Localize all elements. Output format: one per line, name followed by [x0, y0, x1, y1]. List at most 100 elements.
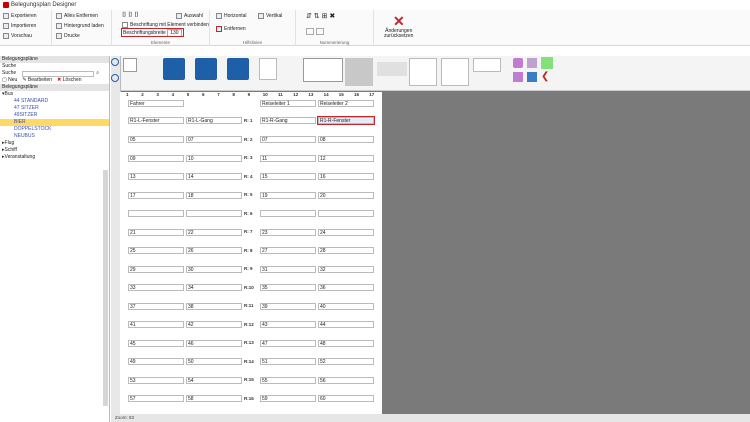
seat-cell[interactable]: 39	[260, 302, 316, 310]
palette-toilet-icon[interactable]	[513, 72, 523, 82]
palette-gray-bar[interactable]	[377, 62, 407, 76]
seat-cell[interactable]: R1-L-Gang	[186, 117, 242, 124]
seat-cell[interactable]: 19	[260, 191, 316, 199]
seat-cell[interactable]: 52	[318, 358, 374, 365]
seat-cell[interactable]	[318, 210, 374, 217]
palette-rect[interactable]	[473, 58, 501, 72]
seat-cell[interactable]: 47	[260, 339, 316, 347]
new-button[interactable]: ▢ Neu	[2, 77, 17, 84]
seat-cell[interactable]: 12	[318, 154, 374, 162]
seat-cell[interactable]: 43	[260, 321, 316, 328]
palette-drink-icon[interactable]	[527, 58, 537, 68]
import-button[interactable]: Importieren	[3, 23, 36, 29]
seat-cell[interactable]: 37	[128, 302, 184, 310]
numbering-tools-icons[interactable]: ⇵ ⇅ ⊞ ✖	[306, 12, 335, 20]
horizontal-button[interactable]: Horizontal	[216, 13, 247, 19]
seat-cell[interactable]: 48	[318, 339, 374, 347]
seat-cell[interactable]: 10	[186, 154, 242, 162]
label-width-field[interactable]: Beschriftungsbreite 130	[121, 28, 184, 37]
seat-tools-icons[interactable]: ⌷ ⌷ ⌷	[122, 12, 139, 20]
plan-header-cell[interactable]: Fahrer	[128, 100, 184, 107]
print-button[interactable]: Drucke	[56, 33, 80, 39]
seat-cell[interactable]: 42	[186, 321, 242, 328]
seat-cell[interactable]: 15	[260, 173, 316, 180]
palette-seat-blue-3[interactable]	[227, 58, 249, 80]
seat-cell[interactable]: 27	[260, 247, 316, 254]
seat-cell[interactable]: 25	[128, 247, 184, 254]
seat-cell[interactable]: 18	[186, 191, 242, 199]
seat-cell[interactable]: 16	[318, 173, 374, 180]
seat-cell[interactable]: 36	[318, 284, 374, 291]
tree-bus-item[interactable]: 49SITZER	[0, 112, 109, 119]
palette-line-element[interactable]	[303, 58, 343, 82]
rotate-back-icon[interactable]	[111, 74, 119, 82]
seat-cell[interactable]: 13	[128, 173, 184, 180]
palette-square-2[interactable]	[441, 58, 469, 86]
seat-cell[interactable]: 44	[318, 321, 374, 328]
remove-helpline-button[interactable]: Entfernen	[216, 26, 246, 32]
seat-cell[interactable]: 11	[260, 154, 316, 162]
seat-cell[interactable]: 58	[186, 395, 242, 402]
seat-cell[interactable]: 50	[186, 358, 242, 365]
palette-green-block[interactable]	[541, 57, 553, 69]
seat-cell[interactable]: 09	[128, 154, 184, 162]
discard-button[interactable]: Änderungen zurücksetzen	[384, 29, 413, 39]
seat-cell[interactable]: 38	[186, 302, 242, 310]
seat-cell[interactable]: 14	[186, 173, 242, 180]
palette-seat-blue-1[interactable]	[163, 58, 185, 80]
seat-cell[interactable]: 17	[128, 191, 184, 199]
palette-blank-element[interactable]	[259, 58, 277, 80]
seat-cell[interactable]: 35	[260, 284, 316, 291]
seat-cell[interactable]: 24	[318, 228, 374, 236]
seat-cell[interactable]: 26	[186, 247, 242, 254]
seat-cell[interactable]: 23	[260, 228, 316, 236]
seat-cell[interactable]: 40	[318, 302, 374, 310]
seat-cell[interactable]: 31	[260, 265, 316, 273]
seat-cell[interactable]: 55	[260, 376, 316, 384]
seat-cell[interactable]: R1-R-Fenster	[317, 116, 375, 125]
select-button[interactable]: Auswahl	[176, 13, 203, 19]
seat-cell[interactable]: 57	[128, 395, 184, 402]
seat-cell[interactable]: 33	[128, 284, 184, 291]
seat-cell[interactable]: 08	[318, 136, 374, 143]
tree-bus-item[interactable]: BIER	[0, 119, 109, 126]
seat-cell[interactable]: 51	[260, 358, 316, 365]
seat-cell[interactable]: 21	[128, 228, 184, 236]
tree-node-schiff[interactable]: ▸ Schiff	[0, 147, 109, 154]
seat-cell[interactable]: 34	[186, 284, 242, 291]
seat-cell[interactable]: 59	[260, 395, 316, 402]
seat-cell[interactable]: 05	[128, 136, 184, 143]
tree-node-veranstaltung[interactable]: ▸ Veranstaltung	[0, 154, 109, 161]
edit-button[interactable]: ✎ Bearbeiten	[22, 77, 52, 84]
palette-gray-block[interactable]	[345, 58, 373, 86]
seat-cell[interactable]	[260, 210, 316, 217]
seat-cell[interactable]: 54	[186, 376, 242, 384]
plan-header-cell[interactable]: Reiseleiter 2	[318, 100, 374, 107]
search-input[interactable]	[22, 70, 95, 77]
seat-cell[interactable]	[128, 210, 184, 217]
palette-text-element[interactable]	[123, 58, 137, 72]
palette-cup-icon[interactable]	[513, 58, 523, 68]
rotate-icon[interactable]	[111, 58, 119, 66]
palette-restaurant-icon[interactable]	[527, 72, 537, 82]
seat-cell[interactable]: 49	[128, 358, 184, 365]
seat-cell[interactable]: R1-R-Gang	[260, 117, 316, 124]
palette-seat-blue-2[interactable]	[195, 58, 217, 80]
seat-cell[interactable]: R1-L-Fenster	[128, 117, 184, 124]
tree-node-bus[interactable]: ▾ Bus	[0, 91, 109, 98]
seat-cell[interactable]	[186, 210, 242, 217]
seat-cell[interactable]: 53	[128, 376, 184, 384]
seat-cell[interactable]: 56	[318, 376, 374, 384]
palette-square[interactable]	[409, 58, 437, 86]
remove-all-button[interactable]: Alles Entfernen	[56, 13, 98, 19]
seat-cell[interactable]: 41	[128, 321, 184, 328]
search-icon[interactable]: ⌕	[96, 70, 99, 77]
background-button[interactable]: Hintergrund laden	[56, 23, 104, 29]
tree-bus-item[interactable]: NEUBUS	[0, 133, 109, 140]
seat-cell[interactable]: 60	[318, 395, 374, 402]
tree-bus-item[interactable]: 44 STANDARD	[0, 98, 109, 105]
seat-plan-canvas[interactable]: 1 2 3 4 5 6 7 8 9 10 11 12 13 14 15 16 17 Fahrer Reiseleit…	[120, 92, 382, 414]
seat-cell[interactable]: 20	[318, 191, 374, 199]
seat-cell[interactable]: 28	[318, 247, 374, 254]
delete-button[interactable]: ✖ Löschen	[57, 77, 82, 84]
